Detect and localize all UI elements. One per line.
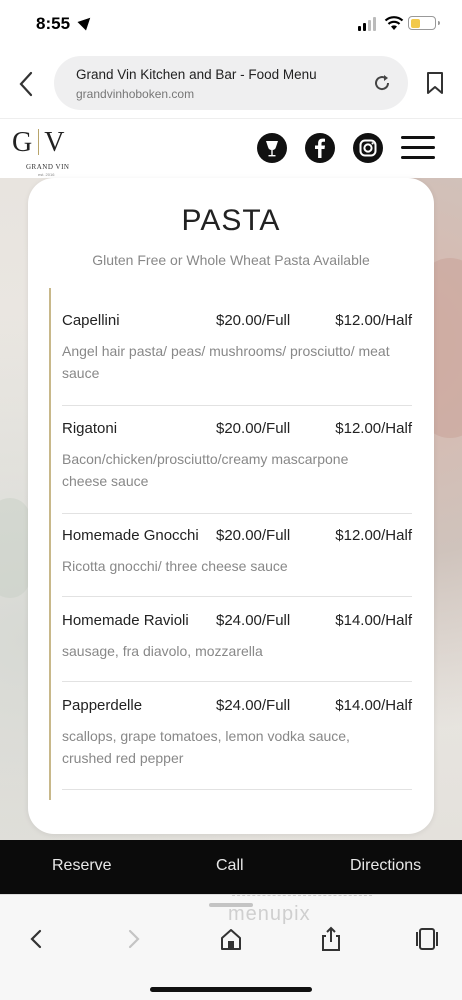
item-price-full: $20.00/Full [216, 312, 291, 329]
logo-est: est. 2016 [38, 172, 55, 177]
menu-item: Homemade Ravioli $24.00/Full $14.00/Half… [62, 612, 412, 682]
menu-item: Capellini $20.00/Full $12.00/Half Angel … [62, 312, 412, 406]
location-arrow-icon [77, 13, 95, 31]
grand-vin-logo[interactable]: GV GRAND VIN est. 2016 [10, 127, 82, 177]
browser-bar: Grand Vin Kitchen and Bar - Food Menu gr… [0, 50, 462, 118]
item-price-half: $14.00/Half [335, 612, 412, 629]
page-url: grandvinhoboken.com [76, 87, 195, 101]
item-name: Homemade Gnocchi [62, 527, 199, 544]
page-title: Grand Vin Kitchen and Bar - Food Menu [76, 67, 317, 82]
browser-toolbar: menupix [0, 894, 462, 1000]
site-header: GV GRAND VIN est. 2016 [0, 118, 462, 178]
share-icon[interactable] [318, 925, 344, 953]
tabs-icon[interactable] [414, 925, 440, 953]
bookmark-icon[interactable] [426, 71, 444, 95]
menu-item: Rigatoni $20.00/Full $12.00/Half Bacon/c… [62, 420, 412, 514]
section-subtitle: Gluten Free or Whole Wheat Pasta Availab… [92, 252, 370, 268]
forward-icon[interactable] [120, 925, 146, 953]
section-title: PASTA [181, 204, 281, 237]
action-bar: Reserve Call Directions [0, 840, 462, 894]
instagram-icon[interactable] [353, 133, 383, 163]
menu-item: Homemade Gnocchi $20.00/Full $12.00/Half… [62, 527, 412, 597]
wifi-icon [384, 16, 404, 30]
watermark-line [232, 895, 372, 896]
facebook-icon[interactable] [305, 133, 335, 163]
menupix-watermark: menupix [228, 903, 311, 925]
item-price-full: $20.00/Full [216, 420, 291, 437]
directions-button[interactable]: Directions [350, 857, 421, 875]
address-bar[interactable]: Grand Vin Kitchen and Bar - Food Menu gr… [54, 56, 408, 110]
item-description: Ricotta gnocchi/ three cheese sauce [62, 558, 288, 574]
item-price-half: $12.00/Half [335, 527, 412, 544]
item-name: Capellini [62, 312, 120, 329]
item-name: Rigatoni [62, 420, 118, 437]
item-price-full: $24.00/Full [216, 612, 291, 629]
call-button[interactable]: Call [216, 857, 244, 875]
status-bar: 8:55 [0, 0, 462, 50]
item-price-half: $12.00/Half [335, 312, 412, 329]
item-name: Papperdelle [62, 697, 143, 714]
item-price-half: $12.00/Half [335, 420, 412, 437]
item-price-half: $14.00/Half [335, 697, 412, 714]
wine-glass-icon[interactable] [257, 133, 287, 163]
logo-monogram: GV [12, 127, 66, 158]
home-indicator [150, 987, 312, 992]
screen: 8:55 Grand Vin Kitchen and Bar - Food Me… [0, 0, 462, 1000]
reload-icon[interactable] [372, 73, 392, 93]
hamburger-menu-icon[interactable] [401, 136, 435, 160]
battery-icon [408, 16, 440, 30]
back-chevron-icon[interactable] [16, 70, 38, 98]
item-price-full: $24.00/Full [216, 697, 291, 714]
item-description: scallops, grape tomatoes, lemon vodka sa… [62, 728, 350, 766]
item-price-full: $20.00/Full [216, 527, 291, 544]
reserve-button[interactable]: Reserve [52, 857, 112, 875]
menu-card: PASTA Gluten Free or Whole Wheat Pasta A… [28, 178, 434, 834]
item-name: Homemade Ravioli [62, 612, 189, 629]
status-time: 8:55 [36, 14, 71, 33]
item-description: Angel hair pasta/ peas/ mushrooms/ prosc… [62, 343, 390, 381]
back-icon[interactable] [24, 925, 50, 953]
item-description: sausage, fra diavolo, mozzarella [62, 643, 263, 659]
accent-line [49, 288, 51, 800]
cellular-signal-icon [358, 17, 378, 31]
item-description: Bacon/chicken/prosciutto/creamy mascarpo… [62, 451, 349, 489]
home-icon[interactable] [218, 925, 244, 953]
menu-item: Papperdelle $24.00/Full $14.00/Half scal… [62, 697, 412, 790]
logo-name: GRAND VIN [26, 163, 70, 171]
